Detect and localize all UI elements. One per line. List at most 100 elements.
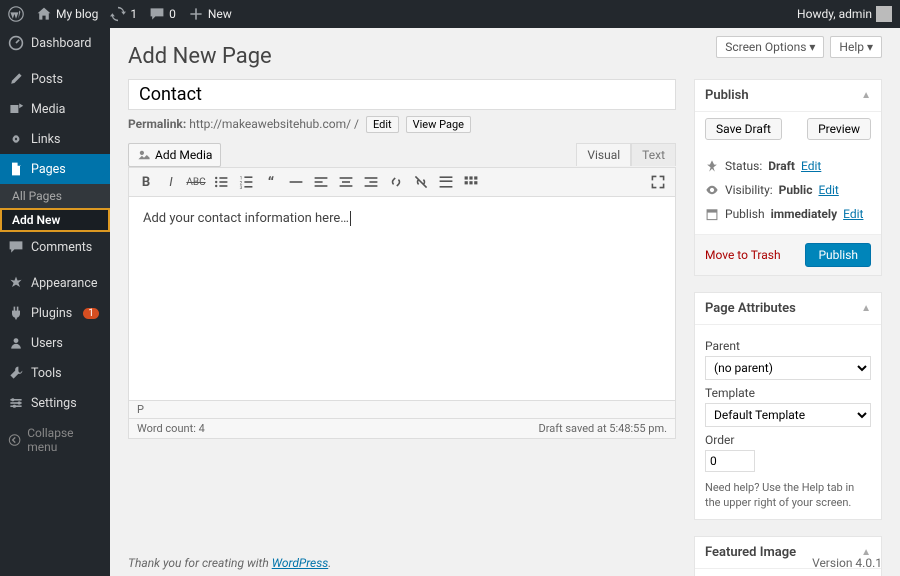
editor-toolbar: B I ABC 123 “ (128, 167, 676, 197)
wp-logo[interactable] (8, 6, 24, 22)
new-link[interactable]: New (188, 6, 232, 22)
page-attributes-heading[interactable]: Page Attributes▲ (695, 293, 881, 325)
sidebar-item-label: Appearance (31, 276, 98, 291)
pages-submenu: All Pages Add New (0, 184, 110, 232)
parent-select[interactable]: (no parent) (705, 356, 871, 380)
more-button[interactable] (435, 171, 457, 193)
hr-button[interactable] (285, 171, 307, 193)
order-input[interactable] (705, 450, 755, 472)
quote-button[interactable]: “ (260, 171, 282, 193)
attributes-help: Need help? Use the Help tab in the upper… (705, 480, 871, 511)
sidebar-item-comments[interactable]: Comments (0, 232, 110, 262)
calendar-icon (705, 207, 719, 221)
schedule-edit-link[interactable]: Edit (843, 207, 863, 221)
template-label: Template (705, 386, 871, 400)
sidebar-item-label: Comments (31, 240, 92, 255)
sidebar-item-pages[interactable]: Pages (0, 154, 110, 184)
sidebar-item-media[interactable]: Media (0, 94, 110, 124)
account-link[interactable]: Howdy, admin (797, 6, 892, 22)
link-button[interactable] (385, 171, 407, 193)
sidebar-item-label: Pages (31, 162, 66, 177)
footer-thanks: Thank you for creating with (128, 556, 272, 570)
draft-saved-text: Draft saved at 5:48:55 pm. (539, 422, 667, 435)
bullet-list-button[interactable] (210, 171, 232, 193)
sidebar-item-label: Plugins (31, 306, 72, 321)
trash-link[interactable]: Move to Trash (705, 248, 781, 262)
comments-link[interactable]: 0 (149, 6, 176, 22)
collapse-label: Collapse menu (27, 426, 102, 454)
add-media-button[interactable]: Add Media (128, 143, 221, 167)
updates-count: 1 (130, 7, 137, 21)
sidebar-item-label: Settings (31, 396, 77, 411)
sidebar-item-settings[interactable]: Settings (0, 388, 110, 418)
status-label: Status: (725, 159, 762, 173)
status-value: Draft (768, 159, 795, 173)
parent-label: Parent (705, 339, 871, 353)
main-content: Screen Options ▾ Help ▾ Add New Page Per… (110, 28, 900, 576)
word-count-label: Word count: (137, 422, 196, 435)
editor-status: Word count: 4 Draft saved at 5:48:55 pm. (128, 419, 676, 439)
publish-metabox: Publish▲ Save Draft Preview Status: Draf… (694, 79, 882, 276)
permalink-edit-button[interactable]: Edit (366, 116, 399, 133)
avatar (876, 6, 892, 22)
permalink-url: http://makeawebsitehub.com/ (189, 117, 351, 131)
schedule-label: Publish (725, 207, 765, 221)
align-center-button[interactable] (335, 171, 357, 193)
sidebar-item-posts[interactable]: Posts (0, 64, 110, 94)
sub-item-all-pages[interactable]: All Pages (0, 184, 110, 208)
publish-button[interactable]: Publish (805, 243, 871, 267)
save-draft-button[interactable]: Save Draft (705, 118, 782, 140)
visibility-value: Public (779, 183, 813, 197)
sidebar-item-appearance[interactable]: Appearance (0, 268, 110, 298)
admin-sidebar: Dashboard Posts Media Links Pages All Pa… (0, 28, 110, 576)
fullscreen-button[interactable] (647, 171, 669, 193)
strike-button[interactable]: ABC (185, 171, 207, 193)
sidebar-item-label: Links (31, 132, 60, 147)
help-button[interactable]: Help ▾ (830, 36, 882, 58)
pin-icon (705, 159, 719, 173)
number-list-button[interactable]: 123 (235, 171, 257, 193)
tab-text[interactable]: Text (631, 143, 676, 166)
order-label: Order (705, 433, 871, 447)
template-select[interactable]: Default Template (705, 403, 871, 427)
italic-button[interactable]: I (160, 171, 182, 193)
editor-text: Add your contact information here… (143, 211, 349, 226)
sidebar-item-links[interactable]: Links (0, 124, 110, 154)
site-title: My blog (56, 7, 98, 21)
admin-toolbar: My blog 1 0 New Howdy, admin (0, 0, 900, 28)
status-edit-link[interactable]: Edit (801, 159, 821, 173)
tab-visual[interactable]: Visual (576, 143, 631, 166)
editor-path: P (128, 401, 676, 419)
visibility-edit-link[interactable]: Edit (818, 183, 838, 197)
permalink-row: Permalink: http://makeawebsitehub.com/ /… (128, 116, 676, 133)
sub-item-add-new[interactable]: Add New (0, 208, 110, 232)
site-link[interactable]: My blog (36, 6, 98, 22)
sidebar-item-tools[interactable]: Tools (0, 358, 110, 388)
align-right-button[interactable] (360, 171, 382, 193)
svg-text:3: 3 (240, 185, 243, 190)
publish-heading[interactable]: Publish▲ (695, 80, 881, 112)
plugins-badge: 1 (83, 308, 99, 319)
sidebar-item-label: Media (31, 102, 65, 117)
preview-button[interactable]: Preview (807, 118, 871, 140)
sidebar-item-users[interactable]: Users (0, 328, 110, 358)
sidebar-item-label: Posts (31, 72, 63, 87)
screen-options-button[interactable]: Screen Options ▾ (716, 36, 824, 58)
align-left-button[interactable] (310, 171, 332, 193)
unlink-button[interactable] (410, 171, 432, 193)
page-title-input[interactable] (128, 79, 676, 110)
visibility-icon (705, 183, 719, 197)
view-page-button[interactable]: View Page (406, 116, 471, 133)
editor-content[interactable]: Add your contact information here… (128, 197, 676, 401)
permalink-label: Permalink: (128, 117, 186, 131)
bold-button[interactable]: B (135, 171, 157, 193)
chevron-up-icon: ▲ (861, 90, 871, 101)
updates-link[interactable]: 1 (110, 6, 137, 22)
sidebar-item-dashboard[interactable]: Dashboard (0, 28, 110, 58)
sidebar-item-plugins[interactable]: Plugins 1 (0, 298, 110, 328)
toolbar-toggle-button[interactable] (460, 171, 482, 193)
collapse-menu[interactable]: Collapse menu (0, 418, 110, 462)
page-attributes-metabox: Page Attributes▲ Parent (no parent) Temp… (694, 292, 882, 520)
wordpress-link[interactable]: WordPress (272, 556, 329, 570)
comments-count: 0 (169, 7, 176, 21)
